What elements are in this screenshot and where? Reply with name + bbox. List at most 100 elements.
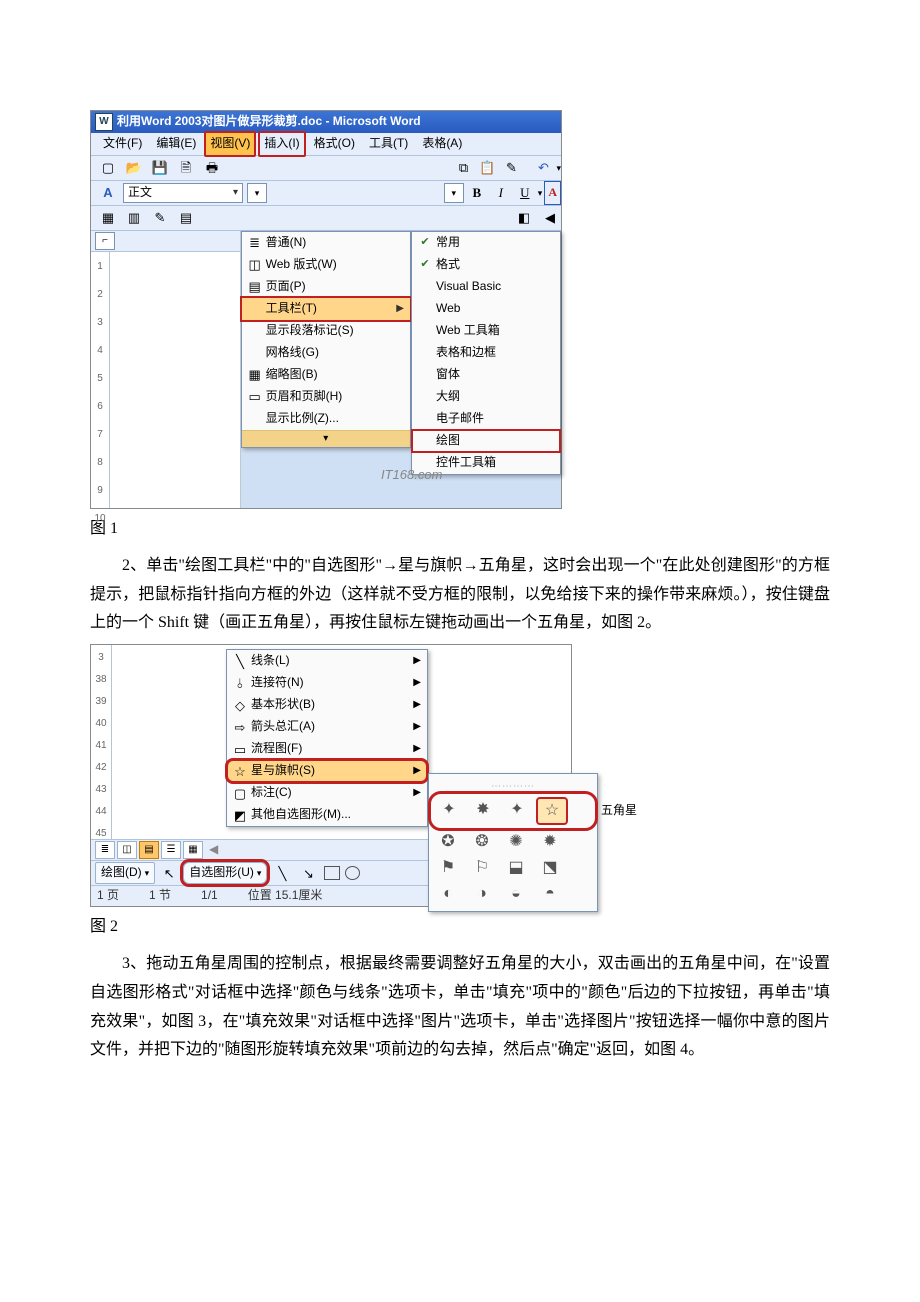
undo-icon[interactable]: ↶ <box>532 157 554 179</box>
italic-button[interactable]: I <box>490 182 512 204</box>
ruler-tick: 3 <box>97 314 103 332</box>
sub-outline[interactable]: 大纲 <box>412 386 560 408</box>
menu-insert[interactable]: 插入(I) <box>258 131 305 157</box>
ruler-tick: 6 <box>97 398 103 416</box>
save-icon[interactable]: 💾 <box>149 157 171 179</box>
five-point-star[interactable]: ☆ <box>536 797 568 825</box>
normal-view-btn[interactable]: ≣ <box>95 841 115 859</box>
format-painter-icon[interactable]: ✎ <box>500 157 522 179</box>
sub-format[interactable]: ✔格式 <box>412 254 560 276</box>
nav-back-icon[interactable]: ◀ <box>539 207 561 229</box>
banner-shape[interactable]: ⬓ <box>501 855 531 881</box>
menu-show-paragraph[interactable]: 显示段落标记(S) <box>242 320 410 342</box>
font-dropdown[interactable]: ▾ <box>247 183 267 203</box>
sub-web[interactable]: Web <box>412 298 560 320</box>
banner-shape[interactable]: ◐ <box>433 881 463 907</box>
doc-canvas: ⋯⋯⋯⋯⋯ ╲线条(L)▶ ⫰连接符(N)▶ ◇基本形状(B)▶ ⇨箭头总汇(A… <box>112 645 571 835</box>
autoshapes-button[interactable]: 自选图形(U)▾ <box>183 862 267 884</box>
menu-tools[interactable]: 工具(T) <box>363 131 414 157</box>
arrow-tool-icon[interactable]: ↘ <box>297 862 319 884</box>
banner-shape[interactable]: ⚐ <box>467 855 497 881</box>
copy-icon[interactable]: ⧉ <box>452 157 474 179</box>
menu-zoom[interactable]: 显示比例(Z)... <box>242 408 410 430</box>
open-icon[interactable]: 📂 <box>123 157 145 179</box>
star-shape[interactable]: ✹ <box>535 829 565 855</box>
web-view-btn[interactable]: ◫ <box>117 841 137 859</box>
print-icon[interactable]: 🖶 <box>201 157 223 179</box>
banner-shape[interactable]: ◑ <box>467 881 497 907</box>
star-shape[interactable]: ✺ <box>501 829 531 855</box>
figure1-caption: 图 1 <box>90 515 830 544</box>
line-tool-icon[interactable]: ╲ <box>271 862 293 884</box>
font-color-button[interactable]: A <box>544 181 561 205</box>
reading-view-btn[interactable]: ▦ <box>183 841 203 859</box>
oval-tool-icon[interactable] <box>345 866 360 880</box>
cat-lines[interactable]: ╲线条(L)▶ <box>227 650 427 672</box>
sub-vb[interactable]: Visual Basic <box>412 276 560 298</box>
drawing-icon[interactable]: ✎ <box>149 207 171 229</box>
banner-shape[interactable]: ⬔ <box>535 855 565 881</box>
cat-block-arrows[interactable]: ⇨箭头总汇(A)▶ <box>227 716 427 738</box>
doc-map-icon[interactable]: ▤ <box>175 207 197 229</box>
menu-expand[interactable]: ▾ <box>242 430 410 447</box>
menu-web-layout[interactable]: ◫Web 版式(W) <box>242 254 410 276</box>
cat-stars-banners[interactable]: ☆星与旗帜(S)▶ <box>227 760 427 782</box>
ruler-tick: 8 <box>97 454 103 472</box>
paste-icon[interactable]: 📋 <box>476 157 498 179</box>
menu-format[interactable]: 格式(O) <box>308 131 361 157</box>
cat-more-shapes[interactable]: ◩其他自选图形(M)... <box>227 804 427 826</box>
star-shape[interactable]: ✦ <box>502 797 532 823</box>
menu-header-footer[interactable]: ▭页眉和页脚(H) <box>242 386 410 408</box>
permission-icon[interactable]: 🗎 <box>175 157 197 179</box>
sub-web-tools[interactable]: Web 工具箱 <box>412 320 560 342</box>
fontsize-dropdown[interactable]: ▾ <box>444 183 464 203</box>
word-app-icon: W <box>95 113 113 131</box>
menu-file[interactable]: 文件(F) <box>97 131 148 157</box>
print-view-btn[interactable]: ▤ <box>139 841 159 859</box>
sub-activex[interactable]: 控件工具箱 <box>412 452 560 474</box>
menu-table[interactable]: 表格(A) <box>416 131 468 157</box>
view-menu-column: ≣普通(N) ◫Web 版式(W) ▤页面(P) 工具栏(T)▶ 显示段落标记(… <box>241 231 411 508</box>
columns-icon[interactable]: ▥ <box>123 207 145 229</box>
menu-print-layout[interactable]: ▤页面(P) <box>242 276 410 298</box>
banner-shape[interactable]: ⚑ <box>433 855 463 881</box>
menu-view[interactable]: 视图(V) <box>204 131 256 157</box>
menu-gridlines[interactable]: 网格线(G) <box>242 342 410 364</box>
underline-button[interactable]: U <box>514 182 536 204</box>
star-shape[interactable]: ❂ <box>467 829 497 855</box>
star-shape[interactable]: ✦ <box>434 797 464 823</box>
sub-drawing[interactable]: 绘图 <box>412 430 560 452</box>
drawing-menu-button[interactable]: 绘图(D)▾ <box>95 862 155 884</box>
sub-common[interactable]: ✔常用 <box>412 232 560 254</box>
banner-shape[interactable]: ◓ <box>535 881 565 907</box>
star-shape[interactable]: ✪ <box>433 829 463 855</box>
menu-normal[interactable]: ≣普通(N) <box>242 232 410 254</box>
cat-basic-shapes[interactable]: ◇基本形状(B)▶ <box>227 694 427 716</box>
new-doc-icon[interactable]: ▢ <box>97 157 119 179</box>
sub-forms[interactable]: 窗体 <box>412 364 560 386</box>
star-shape[interactable]: ✸ <box>468 797 498 823</box>
menu-toolbars[interactable]: 工具栏(T)▶ <box>241 297 411 321</box>
tab-selector-icon[interactable]: ⌐ <box>95 232 115 250</box>
rect-tool-icon[interactable] <box>324 866 340 880</box>
check-icon: ✔ <box>414 255 436 275</box>
menu-edit[interactable]: 编辑(E) <box>150 131 202 157</box>
select-arrow-icon[interactable]: ↖ <box>159 862 179 884</box>
ruler-tick: 38 <box>95 671 106 689</box>
insert-table-icon[interactable]: ▦ <box>97 207 119 229</box>
bold-button[interactable]: B <box>466 182 488 204</box>
cat-connectors[interactable]: ⫰连接符(N)▶ <box>227 672 427 694</box>
styles-pane-icon[interactable]: A <box>97 182 119 204</box>
stars-flyout: ⋯⋯⋯⋯ ✦ ✸ ✦ ☆ ✪ ❂ ✺ ✹ ⚑ ⚐ <box>428 773 598 912</box>
sub-tables[interactable]: 表格和边框 <box>412 342 560 364</box>
cat-callouts[interactable]: ▢标注(C)▶ <box>227 782 427 804</box>
banner-shape[interactable]: ◒ <box>501 881 531 907</box>
status-pageof: 1/1 <box>201 885 218 907</box>
sub-email[interactable]: 电子邮件 <box>412 408 560 430</box>
cat-flowchart[interactable]: ▭流程图(F)▶ <box>227 738 427 760</box>
print-layout-icon: ▤ <box>244 275 266 298</box>
misc-icon[interactable]: ◧ <box>513 207 535 229</box>
style-selector[interactable]: 正文 ▾ <box>123 183 243 203</box>
menu-thumbnails[interactable]: ▦缩略图(B) <box>242 364 410 386</box>
outline-view-btn[interactable]: ☰ <box>161 841 181 859</box>
